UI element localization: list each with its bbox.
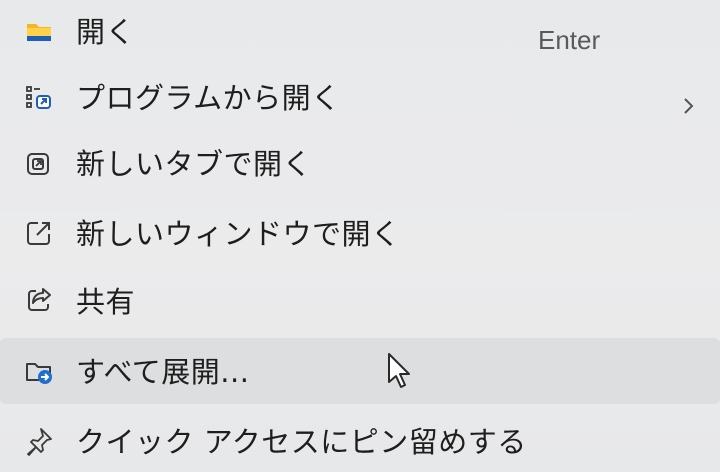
menu-item-label: 開く [76, 15, 136, 49]
menu-item-label: 共有 [76, 285, 136, 319]
folder-icon [24, 16, 54, 46]
menu-item-extract-all[interactable]: すべて展開... [0, 338, 720, 404]
menu-item-label: 新しいウィンドウで開く [76, 217, 401, 251]
chevron-right-icon [680, 96, 696, 116]
menu-item-label: プログラムから開く [76, 81, 341, 115]
menu-item-open[interactable]: 開く Enter [0, 4, 720, 68]
menu-item-open-new-tab[interactable]: 新しいタブで開く [0, 136, 720, 200]
menu-item-label: 新しいタブで開く [76, 147, 313, 181]
menu-item-label: すべて展開... [76, 355, 250, 389]
menu-item-open-new-window[interactable]: 新しいウィンドウで開く [0, 204, 720, 268]
menu-item-label: クイック アクセスにピン留めする [76, 425, 527, 459]
menu-item-share[interactable]: 共有 [0, 270, 720, 334]
menu-item-pin-quick-access[interactable]: クイック アクセスにピン留めする [0, 406, 720, 470]
pin-icon [24, 426, 54, 456]
share-icon [24, 284, 54, 314]
mouse-cursor-icon [386, 352, 414, 392]
extract-all-icon [24, 356, 54, 386]
new-tab-icon [24, 150, 54, 180]
menu-item-open-with[interactable]: プログラムから開く [0, 70, 720, 134]
open-with-icon [24, 83, 54, 113]
shortcut-label: Enter [538, 25, 601, 55]
context-menu: 開く Enter プログラムから開く 新しいタブで開く 新しいウィンドウで開く … [0, 0, 720, 472]
new-window-icon [24, 218, 54, 248]
